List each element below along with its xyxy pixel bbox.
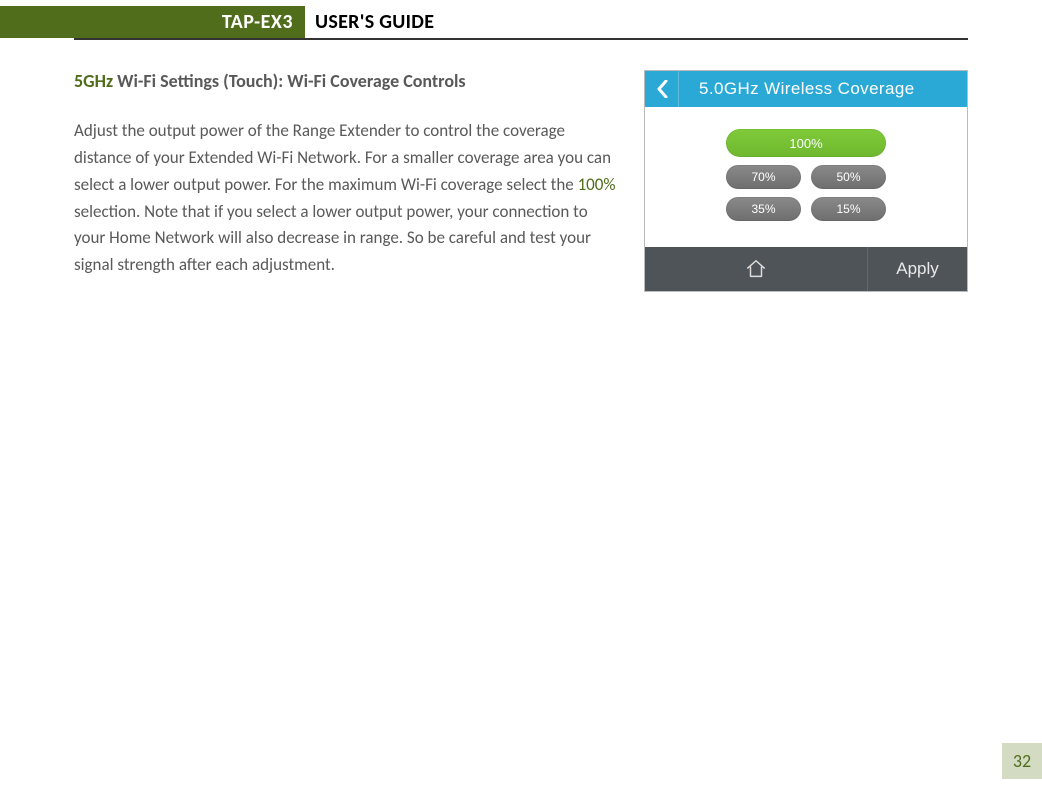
page-number: 32 bbox=[1002, 743, 1042, 779]
home-icon bbox=[745, 258, 767, 280]
body-paragraph: Adjust the output power of the Range Ext… bbox=[74, 118, 618, 279]
coverage-option-15[interactable]: 15% bbox=[811, 197, 886, 221]
section-heading: 5GHz Wi-Fi Settings (Touch): Wi-Fi Cover… bbox=[74, 70, 618, 92]
body-text-highlight: 100% bbox=[578, 174, 616, 195]
coverage-option-selected[interactable]: 100% bbox=[726, 129, 886, 157]
chevron-left-icon bbox=[656, 80, 668, 98]
coverage-option-35[interactable]: 35% bbox=[726, 197, 801, 221]
section-heading-highlight: 5GHz bbox=[74, 70, 113, 92]
screenshot-footer: Apply bbox=[645, 247, 967, 291]
content-area: 5GHz Wi-Fi Settings (Touch): Wi-Fi Cover… bbox=[0, 40, 1042, 292]
home-button[interactable] bbox=[645, 258, 867, 280]
doc-title: USER'S GUIDE bbox=[305, 6, 434, 38]
screenshot-title: 5.0GHz Wireless Coverage bbox=[679, 79, 967, 99]
body-text-b: selection. Note that if you select a low… bbox=[74, 201, 591, 276]
coverage-options: 100% 70% 50% 35% 15% bbox=[645, 107, 967, 247]
coverage-option-70[interactable]: 70% bbox=[726, 165, 801, 189]
device-screenshot: 5.0GHz Wireless Coverage 100% 70% 50% 35… bbox=[644, 70, 968, 292]
coverage-option-50[interactable]: 50% bbox=[811, 165, 886, 189]
body-text-a: Adjust the output power of the Range Ext… bbox=[74, 120, 611, 195]
product-badge: TAP-EX3 bbox=[0, 6, 305, 38]
screenshot-titlebar: 5.0GHz Wireless Coverage bbox=[645, 71, 967, 107]
back-button[interactable] bbox=[645, 71, 679, 107]
apply-button[interactable]: Apply bbox=[867, 247, 967, 291]
doc-header: TAP-EX3 USER'S GUIDE bbox=[0, 6, 1042, 38]
section-heading-rest: Wi-Fi Settings (Touch): Wi-Fi Coverage C… bbox=[113, 70, 466, 92]
